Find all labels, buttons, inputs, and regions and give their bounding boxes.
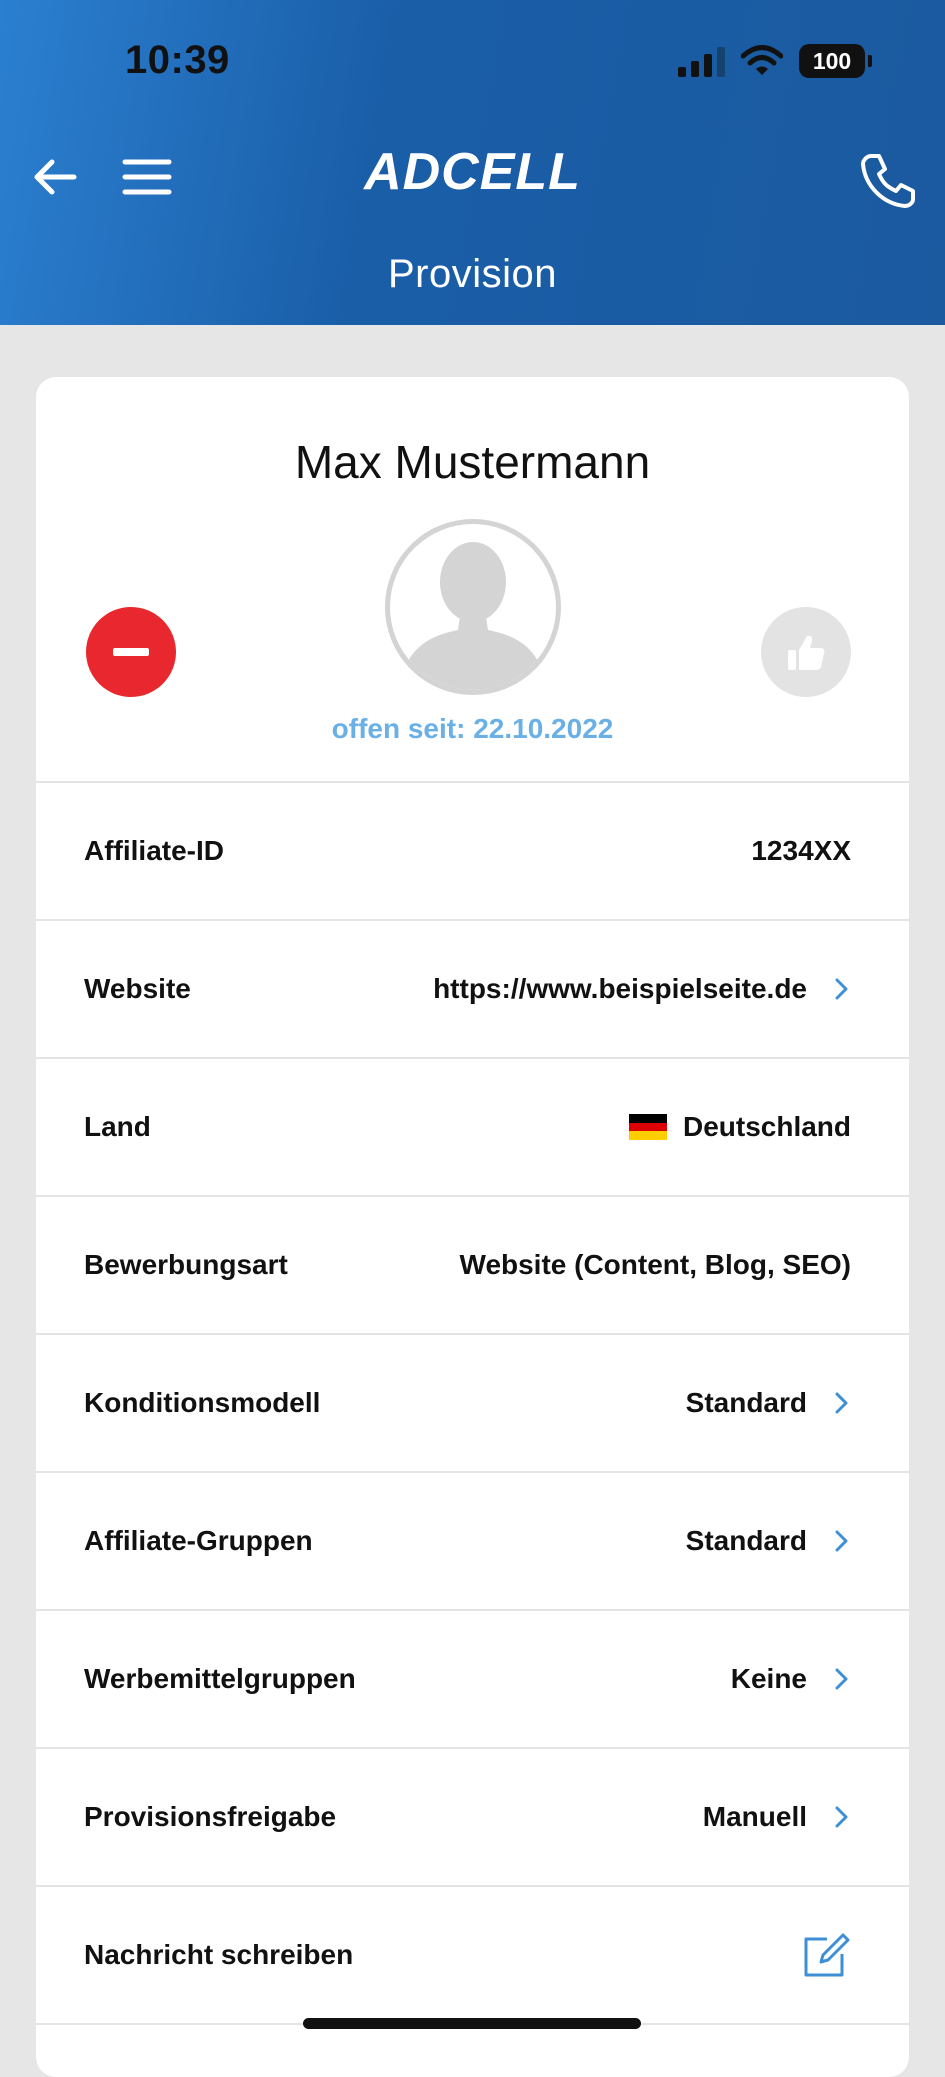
row-label: Affiliate-Gruppen (84, 1525, 313, 1556)
home-indicator[interactable] (303, 2018, 641, 2029)
chevron-right-icon (835, 978, 848, 1000)
app-logo: ADCELL (364, 143, 581, 201)
chevron-right-icon (835, 1806, 848, 1828)
row-value: Deutschland (682, 1111, 851, 1142)
row-value: Manuell (702, 1801, 807, 1832)
row-write-message[interactable]: Nachricht schreiben (36, 1887, 909, 2025)
row-value: Keine (730, 1663, 807, 1694)
row-ad-groups[interactable]: Werbemittelgruppen Keine (36, 1611, 909, 1749)
thumbs-up-icon (788, 635, 825, 670)
row-value: 1234XX (751, 835, 851, 866)
row-application-type: Bewerbungsart Website (Content, Blog, SE… (36, 1197, 909, 1335)
phone-icon[interactable] (857, 150, 917, 210)
row-value: https://www.beispielseite.de (433, 973, 807, 1004)
row-value: Standard (685, 1387, 807, 1418)
row-condition-model[interactable]: Konditionsmodell Standard (36, 1335, 909, 1473)
wifi-icon (741, 45, 783, 75)
row-value: Website (Content, Blog, SEO) (459, 1249, 851, 1280)
row-label: Provisionsfreigabe (84, 1801, 337, 1832)
status-icons: 100 (678, 44, 872, 78)
minus-icon (113, 648, 149, 656)
row-label: Konditionsmodell (84, 1387, 321, 1418)
open-since-date: offen seit: 22.10.2022 (331, 713, 614, 744)
row-country: Land Deutschland (36, 1059, 909, 1197)
row-website[interactable]: Website https://www.beispielseite.de (36, 921, 909, 1059)
row-label: Bewerbungsart (84, 1249, 288, 1280)
row-label: Werbemittelgruppen (84, 1663, 356, 1694)
row-value: Standard (685, 1525, 807, 1556)
row-label: Affiliate-ID (84, 835, 224, 866)
status-time: 10:39 (125, 38, 230, 82)
row-commission-release[interactable]: Provisionsfreigabe Manuell (36, 1749, 909, 1887)
profile-name: Max Mustermann (294, 436, 651, 488)
avatar (385, 519, 561, 695)
affiliate-card: Max Mustermann offen seit: 22.10.2022 Af… (36, 377, 909, 2077)
row-label: Website (84, 973, 191, 1004)
app-header: 10:39 100 ADCELL Provision (0, 0, 945, 325)
battery-icon: 100 (799, 44, 872, 78)
chevron-right-icon (835, 1392, 848, 1414)
person-silhouette-icon (398, 542, 548, 690)
row-label: Land (84, 1111, 151, 1142)
row-affiliate-groups[interactable]: Affiliate-Gruppen Standard (36, 1473, 909, 1611)
chevron-right-icon (835, 1530, 848, 1552)
row-affiliate-id: Affiliate-ID 1234XX (36, 783, 909, 921)
page-title: Provision (387, 252, 557, 296)
reject-button[interactable] (86, 607, 176, 697)
battery-level: 100 (812, 47, 852, 74)
cellular-signal-icon (678, 45, 725, 77)
row-label: Nachricht schreiben (84, 1939, 354, 1970)
detail-list: Affiliate-ID 1234XX Website https://www.… (36, 781, 909, 2025)
chevron-right-icon (835, 1668, 848, 1690)
edit-icon[interactable] (801, 1930, 851, 1980)
germany-flag-icon (628, 1114, 667, 1141)
approve-button[interactable] (761, 607, 851, 697)
